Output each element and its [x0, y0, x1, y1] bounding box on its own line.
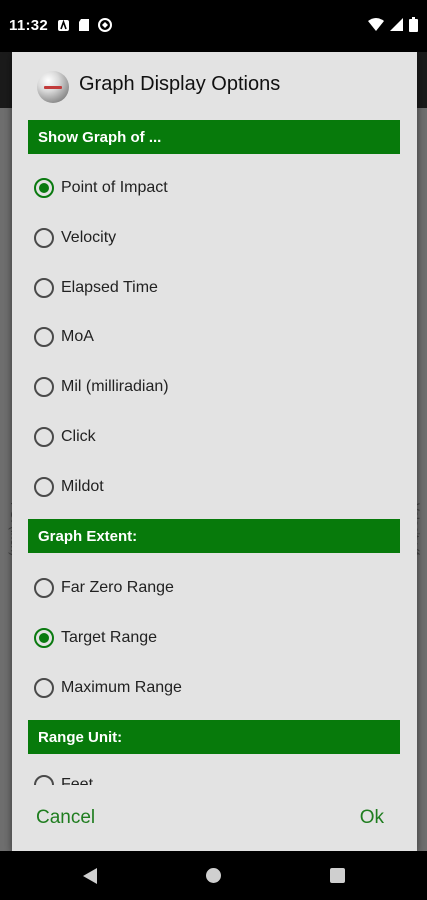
- radio-button[interactable]: [34, 477, 54, 497]
- radio-button[interactable]: [34, 775, 54, 785]
- notification-icons: [57, 18, 112, 32]
- sd-card-icon: [79, 19, 89, 31]
- radio-label: Far Zero Range: [61, 579, 174, 596]
- radio-button[interactable]: [34, 327, 54, 347]
- section-header-show-graph: Show Graph of ...: [28, 120, 400, 154]
- sync-icon: [98, 18, 112, 32]
- status-bar: 11:32: [0, 0, 427, 52]
- status-time: 11:32: [9, 17, 49, 34]
- dialog-header: Graph Display Options: [12, 52, 417, 118]
- radio-label: MoA: [61, 328, 94, 345]
- back-icon[interactable]: [82, 867, 98, 885]
- radio-button[interactable]: [34, 178, 54, 198]
- radio-mil[interactable]: Mil (milliradian): [34, 372, 169, 402]
- radio-label: Maximum Range: [61, 679, 182, 696]
- radio-label: Feet: [61, 776, 94, 785]
- radio-button[interactable]: [34, 377, 54, 397]
- radio-button[interactable]: [34, 228, 54, 248]
- wifi-icon: [368, 18, 384, 31]
- radio-label: Mildot: [61, 478, 104, 495]
- radio-label: Elapsed Time: [61, 279, 158, 296]
- radio-maximum-range[interactable]: Maximum Range: [34, 673, 182, 703]
- radio-mildot[interactable]: Mildot: [34, 472, 104, 502]
- cancel-button[interactable]: Cancel: [36, 807, 95, 829]
- system-icons: [368, 17, 418, 32]
- recent-apps-icon[interactable]: [330, 868, 345, 883]
- radio-button[interactable]: [34, 628, 54, 648]
- radio-label: Velocity: [61, 229, 117, 246]
- signal-icon: [390, 18, 403, 31]
- battery-icon: [409, 17, 418, 32]
- graph-display-options-dialog: Graph Display Options Show Graph of ... …: [12, 52, 417, 851]
- radio-button[interactable]: [34, 278, 54, 298]
- radio-target-range[interactable]: Target Range: [34, 623, 157, 653]
- options-scroll-area[interactable]: Show Graph of ... Point of Impact Veloci…: [12, 118, 417, 785]
- radio-point-of-impact[interactable]: Point of Impact: [34, 173, 168, 203]
- app-notification-icon: [58, 19, 69, 31]
- dialog-title: Graph Display Options: [79, 73, 281, 95]
- radio-label: Point of Impact: [61, 179, 168, 196]
- radio-elapsed-time[interactable]: Elapsed Time: [34, 273, 158, 303]
- radio-label: Click: [61, 428, 96, 445]
- radio-button[interactable]: [34, 678, 54, 698]
- home-icon[interactable]: [206, 868, 221, 883]
- app-logo-icon: [37, 71, 69, 103]
- radio-click[interactable]: Click: [34, 422, 96, 452]
- section-header-graph-extent: Graph Extent:: [28, 519, 400, 553]
- radio-moa[interactable]: MoA: [34, 322, 94, 352]
- radio-label: Mil (milliradian): [61, 378, 169, 395]
- radio-feet[interactable]: Feet: [34, 770, 93, 785]
- radio-label: Target Range: [61, 629, 158, 646]
- radio-button[interactable]: [34, 578, 54, 598]
- dialog-footer: Cancel Ok: [12, 785, 417, 851]
- navigation-bar: [0, 851, 427, 900]
- radio-far-zero-range[interactable]: Far Zero Range: [34, 573, 174, 603]
- section-header-range-unit: Range Unit:: [28, 720, 400, 754]
- radio-button[interactable]: [34, 427, 54, 447]
- radio-velocity[interactable]: Velocity: [34, 223, 116, 253]
- ok-button[interactable]: Ok: [360, 807, 384, 829]
